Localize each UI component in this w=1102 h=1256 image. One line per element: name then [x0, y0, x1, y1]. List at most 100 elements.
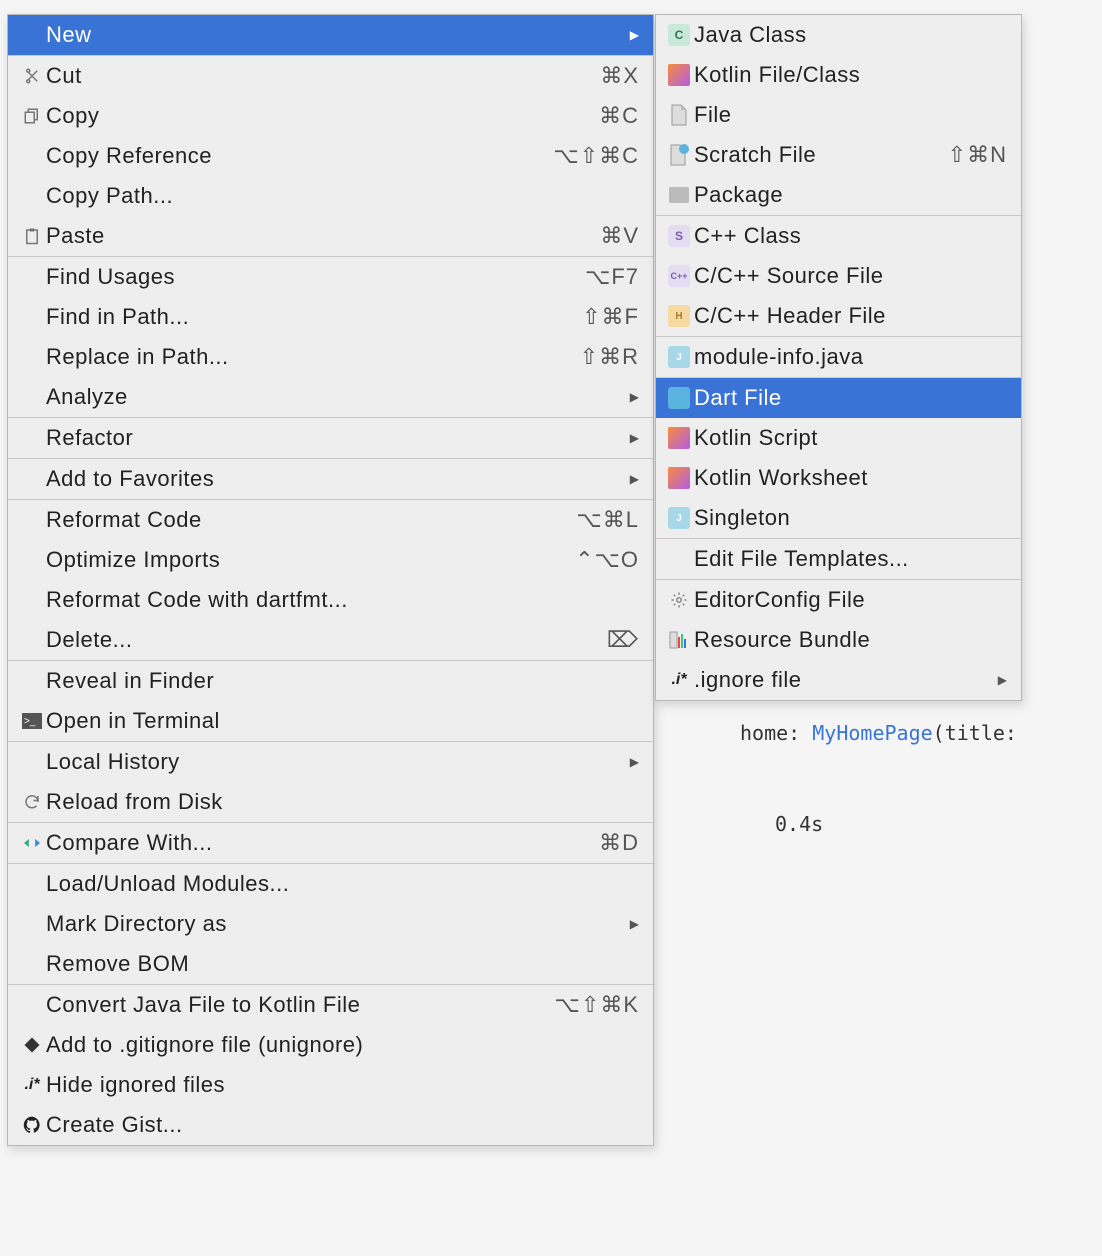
context-menu-item[interactable]: Copy Reference⌥⇧⌘C: [8, 136, 653, 176]
cpp-hdr-icon: H: [664, 305, 694, 327]
package-icon: [664, 187, 694, 203]
menu-label: Kotlin Script: [694, 425, 1007, 451]
context-menu-item[interactable]: Convert Java File to Kotlin File⌥⇧⌘K: [8, 985, 653, 1025]
menu-label: Optimize Imports: [46, 547, 575, 573]
menu-label: Add to .gitignore file (unignore): [46, 1032, 639, 1058]
new-submenu: CJava ClassKotlin File/ClassFileScratch …: [655, 14, 1022, 701]
new-submenu-item[interactable]: Package: [656, 175, 1021, 215]
chevron-right-icon: ▶: [630, 28, 639, 42]
menu-label: Convert Java File to Kotlin File: [46, 992, 555, 1018]
context-menu-item[interactable]: Reformat Code with dartfmt...: [8, 580, 653, 620]
menu-label: Scratch File: [694, 142, 948, 168]
menu-label: Resource Bundle: [694, 627, 1007, 653]
diamond-icon: [18, 1036, 46, 1054]
gear-icon: [664, 591, 694, 609]
compare-icon: [18, 835, 46, 851]
bundle-icon: [664, 631, 694, 649]
context-menu-item[interactable]: Optimize Imports⌃⌥O: [8, 540, 653, 580]
shortcut: ⌦: [607, 627, 639, 653]
dart-icon: [664, 387, 694, 409]
ignore-icon: .i*: [664, 671, 694, 689]
new-submenu-item[interactable]: Scratch File⇧⌘N: [656, 135, 1021, 175]
context-menu-item[interactable]: Reveal in Finder: [8, 661, 653, 701]
new-submenu-item[interactable]: Kotlin File/Class: [656, 55, 1021, 95]
context-menu-item[interactable]: Compare With...⌘D: [8, 823, 653, 863]
context-menu-item[interactable]: Mark Directory as▶: [8, 904, 653, 944]
chevron-right-icon: ▶: [630, 755, 639, 769]
new-submenu-item[interactable]: File: [656, 95, 1021, 135]
menu-label: Reload from Disk: [46, 789, 639, 815]
menu-label: Refactor: [46, 425, 630, 451]
menu-label: Compare With...: [46, 830, 599, 856]
menu-label: Load/Unload Modules...: [46, 871, 639, 897]
context-menu-item[interactable]: Load/Unload Modules...: [8, 864, 653, 904]
new-submenu-item[interactable]: .i*.ignore file▶: [656, 660, 1021, 700]
new-submenu-item[interactable]: Edit File Templates...: [656, 539, 1021, 579]
shortcut: ⌥⇧⌘K: [555, 992, 639, 1018]
menu-label: Analyze: [46, 384, 630, 410]
context-menu-item[interactable]: Copy⌘C: [8, 96, 653, 136]
context-menu-item[interactable]: Replace in Path...⇧⌘R: [8, 337, 653, 377]
new-submenu-item[interactable]: Kotlin Worksheet: [656, 458, 1021, 498]
kotlin-icon: [664, 467, 694, 489]
context-menu-item[interactable]: Refactor▶: [8, 418, 653, 458]
time-indicator: 0.4s: [775, 812, 823, 836]
menu-label: Kotlin File/Class: [694, 62, 1007, 88]
new-submenu-item[interactable]: HC/C++ Header File: [656, 296, 1021, 336]
shortcut: ⌘C: [599, 103, 639, 129]
cpp-src-icon: C++: [664, 265, 694, 287]
menu-label: Reformat Code with dartfmt...: [46, 587, 639, 613]
context-menu-item[interactable]: Analyze▶: [8, 377, 653, 417]
new-submenu-item[interactable]: EditorConfig File: [656, 580, 1021, 620]
context-menu-item[interactable]: .i*Hide ignored files: [8, 1065, 653, 1105]
new-submenu-item[interactable]: Kotlin Script: [656, 418, 1021, 458]
context-menu-item[interactable]: Remove BOM: [8, 944, 653, 984]
context-menu-item[interactable]: Local History▶: [8, 742, 653, 782]
scratch-icon: [664, 144, 694, 166]
new-submenu-item[interactable]: Jmodule-info.java: [656, 337, 1021, 377]
menu-label: Paste: [46, 223, 600, 249]
menu-label: Local History: [46, 749, 630, 775]
menu-label: Create Gist...: [46, 1112, 639, 1138]
module-icon: J: [664, 346, 694, 368]
context-menu-item[interactable]: Delete...⌦: [8, 620, 653, 660]
paste-icon: [18, 227, 46, 245]
new-submenu-item[interactable]: JSingleton: [656, 498, 1021, 538]
context-menu-item[interactable]: Create Gist...: [8, 1105, 653, 1145]
new-submenu-item[interactable]: CJava Class: [656, 15, 1021, 55]
menu-label: Hide ignored files: [46, 1072, 639, 1098]
context-menu-item[interactable]: Find in Path...⇧⌘F: [8, 297, 653, 337]
module-icon: J: [664, 507, 694, 529]
context-menu-item[interactable]: Reformat Code⌥⌘L: [8, 500, 653, 540]
context-menu-item[interactable]: Cut⌘X: [8, 56, 653, 96]
menu-label: Cut: [46, 63, 600, 89]
menu-label: module-info.java: [694, 344, 1007, 370]
shortcut: ⇧⌘N: [948, 142, 1007, 168]
file-icon: [664, 104, 694, 126]
context-menu-item[interactable]: Copy Path...: [8, 176, 653, 216]
context-menu-item[interactable]: >_Open in Terminal: [8, 701, 653, 741]
menu-label: Remove BOM: [46, 951, 639, 977]
menu-label: Copy: [46, 103, 599, 129]
menu-label: .ignore file: [694, 667, 998, 693]
context-menu-item[interactable]: Add to Favorites▶: [8, 459, 653, 499]
context-menu-item[interactable]: Add to .gitignore file (unignore): [8, 1025, 653, 1065]
new-submenu-item[interactable]: Dart File: [656, 378, 1021, 418]
new-submenu-item[interactable]: Resource Bundle: [656, 620, 1021, 660]
java-c-icon: C: [664, 24, 694, 46]
shortcut: ⌘D: [599, 830, 639, 856]
menu-label: Add to Favorites: [46, 466, 630, 492]
context-menu-item[interactable]: Reload from Disk: [8, 782, 653, 822]
new-submenu-item[interactable]: SC++ Class: [656, 216, 1021, 256]
chevron-right-icon: ▶: [630, 472, 639, 486]
context-menu-item[interactable]: New▶: [8, 15, 653, 55]
context-menu: New▶Cut⌘XCopy⌘CCopy Reference⌥⇧⌘CCopy Pa…: [7, 14, 654, 1146]
chevron-right-icon: ▶: [998, 673, 1007, 687]
context-menu-item[interactable]: Find Usages⌥F7: [8, 257, 653, 297]
menu-label: C/C++ Source File: [694, 263, 1007, 289]
reload-icon: [18, 793, 46, 811]
menu-label: Edit File Templates...: [694, 546, 1007, 572]
new-submenu-item[interactable]: C++C/C++ Source File: [656, 256, 1021, 296]
menu-label: Reformat Code: [46, 507, 576, 533]
context-menu-item[interactable]: Paste⌘V: [8, 216, 653, 256]
